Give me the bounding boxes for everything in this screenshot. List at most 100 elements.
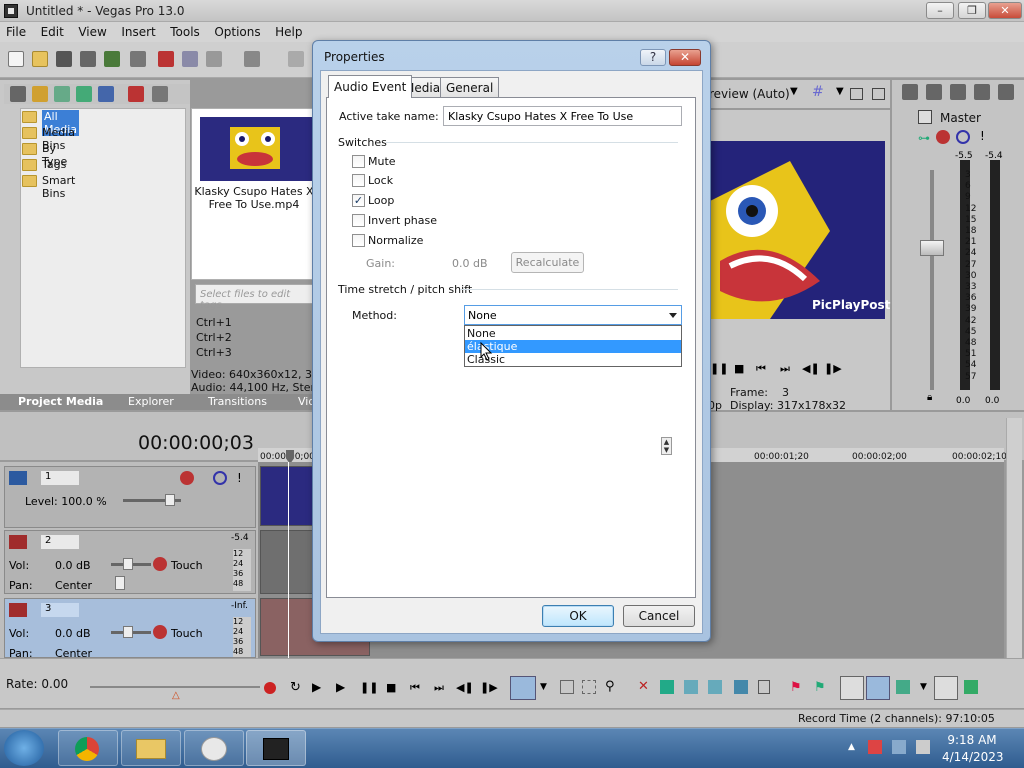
- master-solo-icon[interactable]: !: [980, 129, 985, 143]
- track-video-1[interactable]: 1 Level: 100.0 % !: [4, 466, 256, 528]
- action-center-icon[interactable]: [868, 740, 882, 754]
- step-back-icon[interactable]: ◀❚: [802, 362, 820, 375]
- tree-item-by-type[interactable]: By Type: [22, 142, 67, 168]
- track-fx-icon[interactable]: [180, 471, 194, 485]
- timeline-vertical-scrollbar[interactable]: [1006, 418, 1022, 658]
- tab-audio-event[interactable]: Audio Event: [328, 75, 413, 98]
- edit-tags-input[interactable]: Select files to edit tags: [195, 284, 315, 311]
- pause-icon[interactable]: ❚❚: [710, 362, 728, 375]
- capture-icon[interactable]: [32, 86, 48, 102]
- track-audio-3[interactable]: 3 Vol: 0.0 dB Touch Pan: Center -Inf. 12…: [4, 598, 256, 660]
- search-icon[interactable]: [98, 86, 114, 102]
- next-frame-icon[interactable]: ❚▶: [480, 681, 498, 694]
- tab-project-media[interactable]: Project Media: [18, 395, 103, 408]
- tree-item-media-bins[interactable]: Media Bins: [22, 126, 75, 152]
- stop-icon[interactable]: ■: [386, 681, 396, 694]
- normal-edit-tool-icon[interactable]: [510, 676, 536, 700]
- tab-transitions[interactable]: Transitions: [208, 395, 267, 408]
- mute-icon[interactable]: [213, 471, 227, 485]
- insert-fx-icon[interactable]: [950, 84, 966, 100]
- save-snapshot-icon[interactable]: [872, 88, 885, 100]
- envelope-tool-icon[interactable]: [560, 680, 574, 694]
- menu-edit[interactable]: Edit: [35, 22, 69, 39]
- master-lock-icon[interactable]: 🔒︎: [927, 392, 932, 403]
- tree-item-smart-bins[interactable]: Smart Bins: [22, 174, 75, 200]
- play-icon[interactable]: ▶: [336, 680, 345, 694]
- lock-icon[interactable]: [758, 680, 770, 694]
- clock-time[interactable]: 9:18 AM: [942, 733, 1002, 747]
- method-select[interactable]: None: [464, 305, 682, 325]
- mute-checkbox[interactable]: [352, 155, 365, 168]
- loop-playback-icon[interactable]: ↻: [290, 680, 301, 695]
- region-icon[interactable]: ⚑: [814, 680, 826, 695]
- ignore-grouping-icon[interactable]: [934, 676, 958, 700]
- network-icon[interactable]: [892, 740, 906, 754]
- menu-file[interactable]: File: [0, 22, 31, 39]
- tree-item-all-media[interactable]: All Media: [22, 110, 80, 136]
- menu-view[interactable]: View: [72, 22, 111, 39]
- menu-options[interactable]: Options: [208, 22, 265, 39]
- volume-icon[interactable]: [916, 740, 930, 754]
- snapping-icon[interactable]: [896, 680, 910, 694]
- close-button[interactable]: ✕: [988, 2, 1022, 19]
- invert-phase-checkbox[interactable]: [352, 214, 365, 227]
- save-as-icon[interactable]: [80, 51, 96, 67]
- auto-ripple-icon[interactable]: [840, 676, 864, 700]
- track-audio-2[interactable]: 2 Vol: 0.0 dB Touch Pan: Center -5.4 12 2…: [4, 530, 256, 594]
- step-forward-icon[interactable]: ❚▶: [824, 362, 842, 375]
- lock-envelopes-icon[interactable]: [964, 680, 978, 694]
- prev-frame-icon[interactable]: ◀❚: [456, 681, 474, 694]
- insert-bus-icon[interactable]: [926, 84, 942, 100]
- zoom-tool-icon[interactable]: ⚲: [605, 679, 615, 694]
- go-to-end-icon[interactable]: ⏭: [434, 681, 444, 695]
- media-properties-icon[interactable]: [152, 86, 168, 102]
- touch-gear-icon[interactable]: [153, 625, 167, 639]
- mixer-icon[interactable]: [902, 84, 918, 100]
- preview-quality[interactable]: review (Auto): [709, 87, 790, 101]
- recalculate-button[interactable]: Recalculate: [511, 252, 584, 273]
- dialog-close-button[interactable]: ✕: [669, 49, 701, 66]
- dialog-help-button[interactable]: ?: [640, 49, 666, 66]
- cancel-button[interactable]: Cancel: [623, 605, 695, 627]
- taskbar-chrome[interactable]: [58, 730, 118, 766]
- normalize-checkbox[interactable]: [352, 234, 365, 247]
- clock-date[interactable]: 4/14/2023: [942, 750, 1004, 764]
- selection-tool-icon[interactable]: [582, 680, 596, 694]
- master-fader-handle[interactable]: [920, 240, 944, 256]
- minimize-button[interactable]: –: [926, 2, 954, 19]
- ok-button[interactable]: OK: [542, 605, 614, 627]
- trim-icon[interactable]: [660, 680, 674, 694]
- solo-icon[interactable]: !: [237, 471, 242, 485]
- prev-frame-icon[interactable]: ⏮: [756, 362, 766, 376]
- cut-icon[interactable]: [158, 51, 174, 67]
- web-icon[interactable]: [76, 86, 92, 102]
- media-thumbnail[interactable]: [200, 117, 312, 181]
- marker-icon[interactable]: ⚑: [790, 680, 802, 695]
- maximize-button[interactable]: ❐: [958, 2, 986, 19]
- trim-start-icon[interactable]: [684, 680, 698, 694]
- chevron-down-icon[interactable]: ▼: [836, 86, 844, 97]
- save-icon[interactable]: [56, 51, 72, 67]
- master-fx-icon[interactable]: ⊶: [918, 131, 930, 145]
- chevron-down-icon[interactable]: ▼: [920, 682, 927, 692]
- pitch-spinner[interactable]: ▲ ▼: [661, 437, 672, 455]
- vol-slider-handle[interactable]: [123, 626, 133, 638]
- method-option-classic[interactable]: Classic: [465, 353, 681, 366]
- tab-explorer[interactable]: Explorer: [128, 395, 174, 408]
- chevron-down-icon[interactable]: ▼: [540, 682, 547, 692]
- master-mute-icon[interactable]: [956, 130, 970, 144]
- start-button[interactable]: [4, 730, 44, 766]
- automation-mode[interactable]: Touch: [171, 627, 203, 640]
- menu-tools[interactable]: Tools: [164, 22, 205, 39]
- pause-icon[interactable]: ❚❚: [360, 681, 378, 694]
- tab-general[interactable]: General: [440, 77, 500, 97]
- paste-icon[interactable]: [206, 51, 222, 67]
- copy-icon[interactable]: [182, 51, 198, 67]
- method-option-none[interactable]: None: [465, 327, 681, 340]
- active-take-name-input[interactable]: [443, 106, 682, 126]
- redo-icon[interactable]: [288, 51, 304, 67]
- delete-icon[interactable]: ✕: [638, 679, 649, 694]
- record-icon[interactable]: [264, 682, 276, 694]
- dim-icon[interactable]: [998, 84, 1014, 100]
- taskbar-explorer[interactable]: [121, 730, 181, 766]
